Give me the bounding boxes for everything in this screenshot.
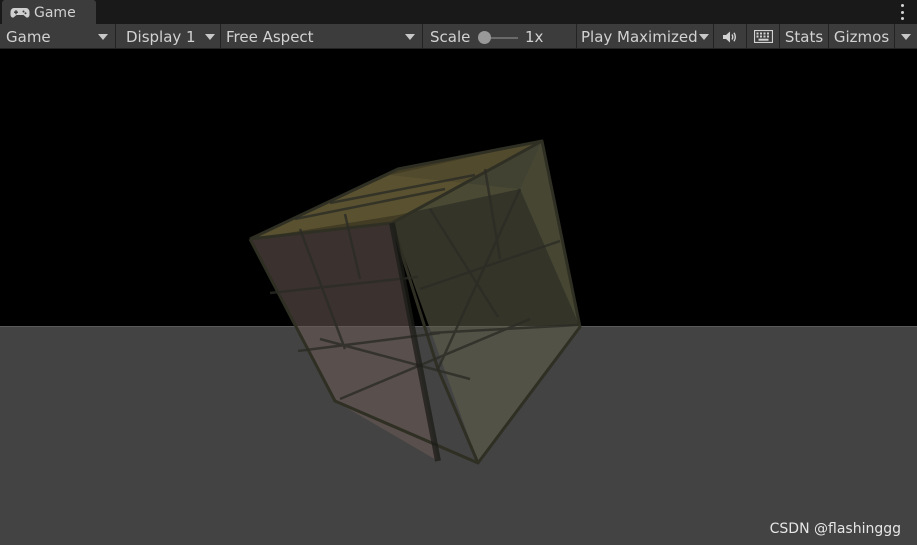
aspect-dropdown-label: Free Aspect	[226, 27, 314, 46]
tab-game[interactable]: Game	[2, 0, 96, 25]
display-dropdown[interactable]: Display 1	[116, 24, 220, 49]
game-viewport[interactable]: CSDN @flashinggg	[0, 49, 917, 545]
speaker-icon	[722, 30, 738, 44]
game-window: Game Game Display 1 Free Aspect Scale 1x…	[0, 0, 917, 545]
gizmos-button[interactable]: Gizmos	[829, 24, 894, 49]
play-mode-dropdown[interactable]: Play Maximized	[577, 24, 713, 49]
gamepad-icon	[10, 7, 30, 19]
stats-label: Stats	[784, 27, 824, 46]
gizmos-dropdown-button[interactable]	[895, 24, 917, 49]
chevron-down-icon	[205, 34, 215, 40]
tab-title: Game	[34, 4, 76, 21]
aspect-dropdown[interactable]: Free Aspect	[221, 24, 422, 49]
tab-bar: Game	[0, 0, 917, 25]
mode-dropdown-label: Game	[6, 27, 51, 46]
chevron-down-icon	[98, 34, 108, 40]
keyboard-icon	[753, 30, 773, 43]
chevron-down-icon	[901, 34, 911, 40]
chevron-down-icon	[405, 34, 415, 40]
transparent-cube	[248, 139, 582, 465]
chevron-down-icon	[699, 34, 709, 40]
stats-button[interactable]: Stats	[780, 24, 828, 49]
watermark-text: CSDN @flashinggg	[769, 521, 901, 537]
play-mode-label: Play Maximized	[581, 27, 698, 46]
keyboard-shortcuts-button[interactable]	[747, 24, 779, 49]
more-options-icon[interactable]	[899, 4, 905, 20]
mode-dropdown[interactable]: Game	[0, 24, 115, 49]
scale-label: Scale	[430, 27, 471, 46]
scale-slider-handle[interactable]	[478, 31, 491, 44]
display-dropdown-label: Display 1	[126, 27, 196, 46]
scale-value: 1x	[525, 27, 544, 46]
mute-audio-button[interactable]	[714, 24, 746, 49]
gizmos-label: Gizmos	[833, 27, 890, 46]
